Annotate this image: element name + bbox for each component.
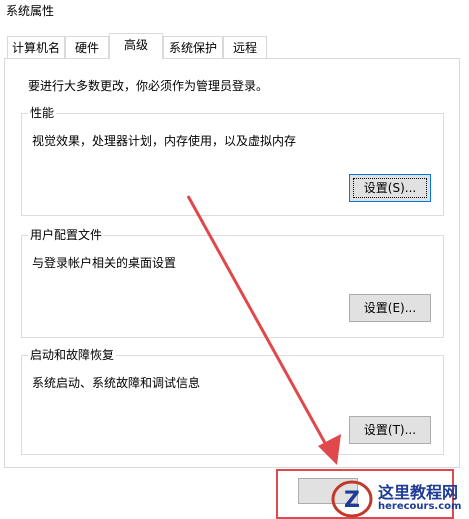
svg-text:Z: Z [344, 488, 360, 513]
watermark-title: 这里教程网 [378, 483, 459, 502]
z-logo-icon: Z [331, 480, 373, 518]
red-arrow-icon [186, 195, 341, 465]
tab-advanced[interactable]: 高级 [109, 33, 163, 59]
watermark-url: herecours.com [378, 501, 462, 512]
